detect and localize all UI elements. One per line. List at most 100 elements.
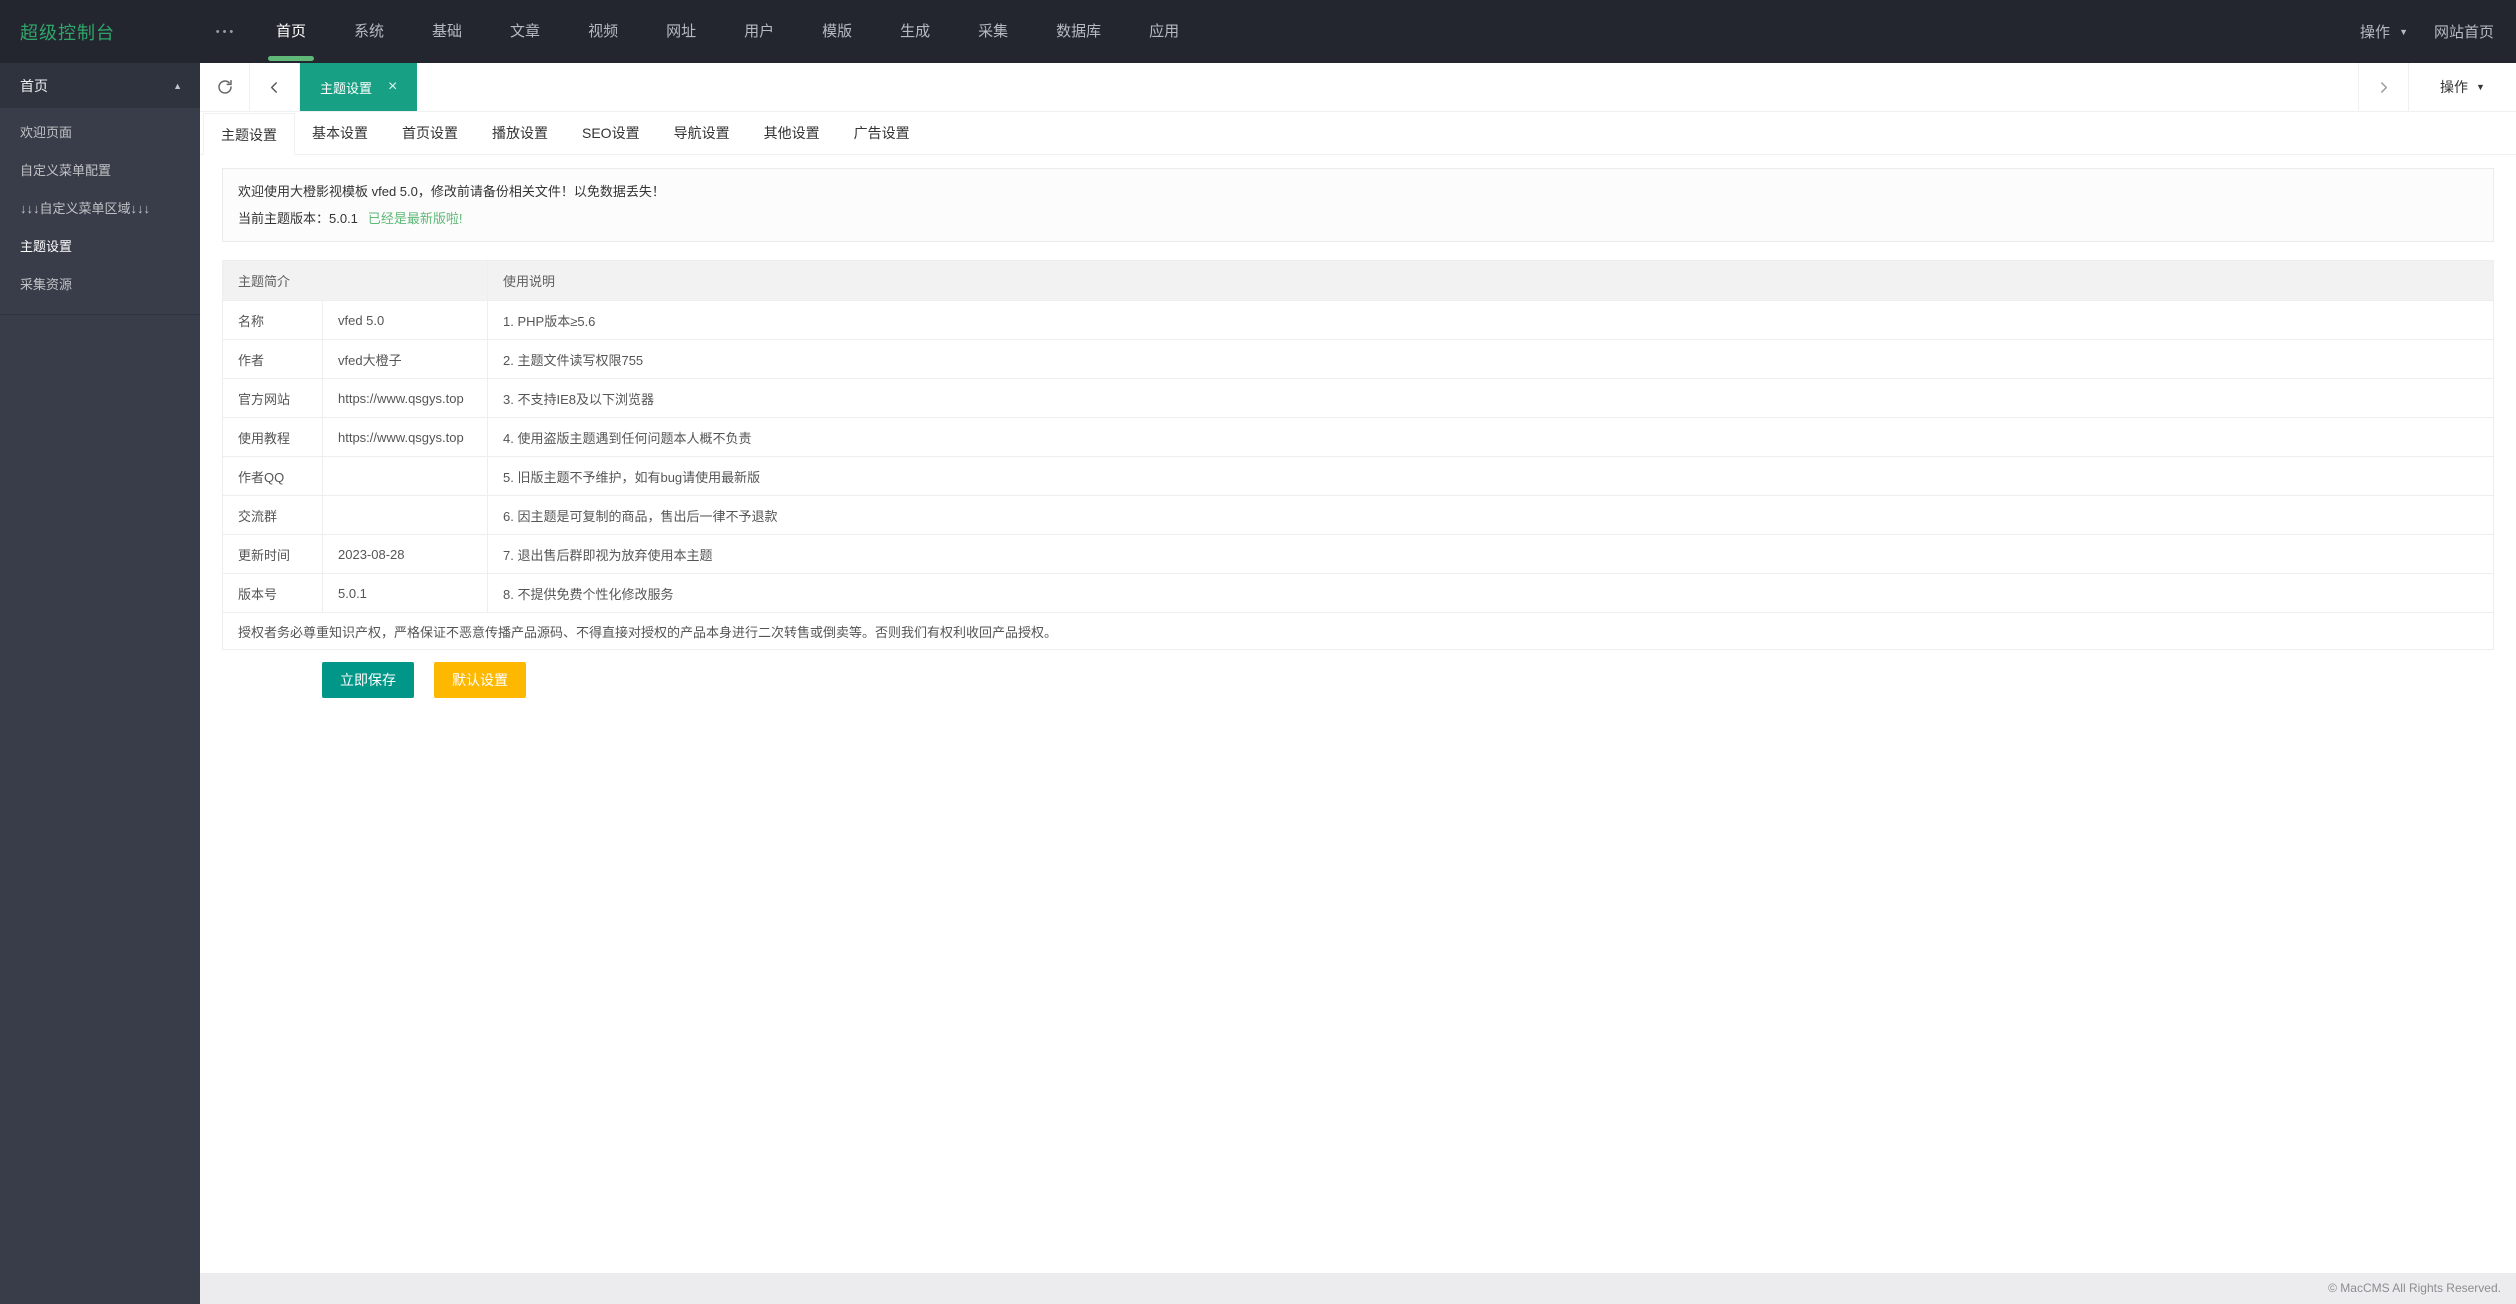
sidebar-item-1[interactable]: 自定义菜单配置 [0,152,200,190]
column-header-intro: 主题简介 [221,260,489,301]
license-note: 授权者务必尊重知识产权，严格保证不恶意传播产品源码、不得直接对授权的产品本身进行… [222,612,2494,650]
column-header-usage: 使用说明 [487,260,2494,301]
table-row-7: 版本号 5.0.1 8. 不提供免费个性化修改服务 [222,573,2494,613]
prev-tab-button[interactable] [250,63,300,111]
save-button[interactable]: 立即保存 [322,662,414,698]
row-label: 版本号 [222,573,323,613]
sidebar-item-0[interactable]: 欢迎页面 [0,114,200,152]
row-note: 4. 使用盗版主题遇到任何问题本人概不负责 [487,417,2494,457]
open-tab-label: 主题设置 [320,80,373,96]
topbar-menu: 首页 系统 基础 文章 视频 网址 用户 模版 生成 采集 数据库 应用 [252,0,1203,63]
chevron-up-icon: ▲ [173,80,182,91]
table-row-5: 交流群 6. 因主题是可复制的商品，售出后一律不予退款 [222,495,2494,535]
nav-item-10[interactable]: 数据库 [1032,0,1125,63]
row-value: https://www.qsgys.top [321,417,489,457]
sidebar: 首页 ▲ 欢迎页面 自定义菜单配置 ↓↓↓自定义菜单区域↓↓↓ 主题设置 采集资源 [0,63,200,1304]
table-row-2: 官方网站 https://www.qsgys.top 3. 不支持IE8及以下浏览器 [222,378,2494,418]
row-label: 名称 [222,300,323,340]
row-value [321,456,489,496]
open-tab-theme-settings[interactable]: 主题设置 × [300,63,418,111]
form-actions: 立即保存 默认设置 [322,662,2494,698]
notice-line2: 当前主题版本：5.0.1 已经是最新版啦! [238,205,2478,232]
toolbar-action-dropdown[interactable]: 操作 ▼ [2408,63,2516,111]
tab-toolbar: 主题设置 × 操作 ▼ [200,63,2516,112]
settings-tab-0[interactable]: 主题设置 [203,113,295,155]
theme-info-table: 主题简介 使用说明 名称 vfed 5.0 1. PHP版本≥5.6 作者 vfed大橙… [221,260,2494,650]
sidebar-menu: 欢迎页面 自定义菜单配置 ↓↓↓自定义菜单区域↓↓↓ 主题设置 采集资源 [0,108,200,315]
nav-item-3[interactable]: 文章 [486,0,564,63]
chevron-down-icon: ▼ [2476,82,2485,92]
topbar-action-label: 操作 [2360,24,2391,41]
layout: 首页 ▲ 欢迎页面 自定义菜单配置 ↓↓↓自定义菜单区域↓↓↓ 主题设置 采集资源 主题… [0,63,2516,1304]
row-note: 8. 不提供免费个性化修改服务 [487,573,2494,613]
row-label: 作者QQ [222,456,323,496]
topbar: 超级控制台 ••• 首页 系统 基础 文章 视频 网址 用户 模版 生成 采集 数据库 应用 操作 ▼… [0,0,2516,63]
row-label: 使用教程 [222,417,323,457]
row-label: 交流群 [222,495,323,535]
nav-item-6[interactable]: 用户 [720,0,798,63]
settings-tab-2[interactable]: 首页设置 [385,112,475,154]
notice-latest-badge: 已经是最新版啦! [367,211,463,226]
welcome-notice: 欢迎使用大橙影视模板 vfed 5.0，修改前请备份相关文件！以免数据丢失！ 当… [222,168,2494,242]
settings-tab-1[interactable]: 基本设置 [295,112,385,154]
chevron-down-icon: ▼ [2399,26,2408,37]
row-note: 6. 因主题是可复制的商品，售出后一律不予退款 [487,495,2494,535]
table-row-3: 使用教程 https://www.qsgys.top 4. 使用盗版主题遇到任何问题… [222,417,2494,457]
settings-tab-3[interactable]: 播放设置 [475,112,565,154]
row-note: 3. 不支持IE8及以下浏览器 [487,378,2494,418]
sidebar-item-4[interactable]: 采集资源 [0,266,200,304]
settings-tab-7[interactable]: 广告设置 [837,112,927,154]
settings-tabs: 主题设置 基本设置 首页设置 播放设置 SEO设置 导航设置 其他设置 广告设置 [200,112,2516,155]
sidebar-item-3[interactable]: 主题设置 [0,228,200,266]
next-tab-button[interactable] [2358,63,2408,111]
close-icon[interactable]: × [388,78,397,96]
row-note: 2. 主题文件读写权限755 [487,339,2494,379]
nav-item-1[interactable]: 系统 [330,0,408,63]
topbar-right: 操作 ▼ 网站首页 [2334,21,2516,42]
nav-item-11[interactable]: 应用 [1125,0,1203,63]
table-header-row: 主题简介 使用说明 [221,260,2494,301]
copyright-footer: © MacCMS All Rights Reserved. [200,1273,2516,1304]
table-row-0: 名称 vfed 5.0 1. PHP版本≥5.6 [222,300,2494,340]
sidebar-group-home[interactable]: 首页 ▲ [0,63,200,108]
row-note: 7. 退出售后群即视为放弃使用本主题 [487,534,2494,574]
row-value: vfed大橙子 [321,339,489,379]
table-row-4: 作者QQ 5. 旧版主题不予维护，如有bug请使用最新版 [222,456,2494,496]
settings-tab-4[interactable]: SEO设置 [565,112,657,154]
nav-item-0[interactable]: 首页 [252,0,330,63]
table-body: 名称 vfed 5.0 1. PHP版本≥5.6 作者 vfed大橙子 2. 主题文件读写… [222,300,2494,650]
nav-item-7[interactable]: 模版 [798,0,876,63]
table-footer-row: 授权者务必尊重知识产权，严格保证不恶意传播产品源码、不得直接对授权的产品本身进行… [222,612,2494,650]
sidebar-item-2[interactable]: ↓↓↓自定义菜单区域↓↓↓ [0,190,200,228]
refresh-button[interactable] [200,63,250,111]
row-note: 5. 旧版主题不予维护，如有bug请使用最新版 [487,456,2494,496]
toolbar-right: 操作 ▼ [2358,63,2516,111]
settings-tab-6[interactable]: 其他设置 [747,112,837,154]
nav-item-4[interactable]: 视频 [564,0,642,63]
row-note: 1. PHP版本≥5.6 [487,300,2494,340]
sidebar-group-label: 首页 [20,77,48,94]
row-value: https://www.qsgys.top [321,378,489,418]
topbar-action-dropdown[interactable]: 操作 ▼ [2334,21,2434,42]
table-row-1: 作者 vfed大橙子 2. 主题文件读写权限755 [222,339,2494,379]
row-value: 2023-08-28 [321,534,489,574]
nav-item-8[interactable]: 生成 [876,0,954,63]
nav-item-2[interactable]: 基础 [408,0,486,63]
main-area: 主题设置 × 操作 ▼ 主题设置 基本设置 首页设置 播放设置 SEO设置 导航设置 其他设… [200,63,2516,1304]
content-body: 欢迎使用大橙影视模板 vfed 5.0，修改前请备份相关文件！以免数据丢失！ 当… [200,155,2516,698]
nav-item-5[interactable]: 网址 [642,0,720,63]
refresh-icon [217,79,232,94]
row-label: 作者 [222,339,323,379]
chevron-right-icon [2381,81,2388,93]
nav-item-9[interactable]: 采集 [954,0,1032,63]
settings-tab-5[interactable]: 导航设置 [657,112,747,154]
more-menu-icon[interactable]: ••• [200,26,252,38]
default-settings-button[interactable]: 默认设置 [434,662,526,698]
site-home-link[interactable]: 网站首页 [2434,21,2494,42]
row-value [321,495,489,535]
row-value: 5.0.1 [321,573,489,613]
app-logo: 超级控制台 [20,22,115,43]
table-row-6: 更新时间 2023-08-28 7. 退出售后群即视为放弃使用本主题 [222,534,2494,574]
notice-version: 当前主题版本：5.0.1 [238,211,358,226]
